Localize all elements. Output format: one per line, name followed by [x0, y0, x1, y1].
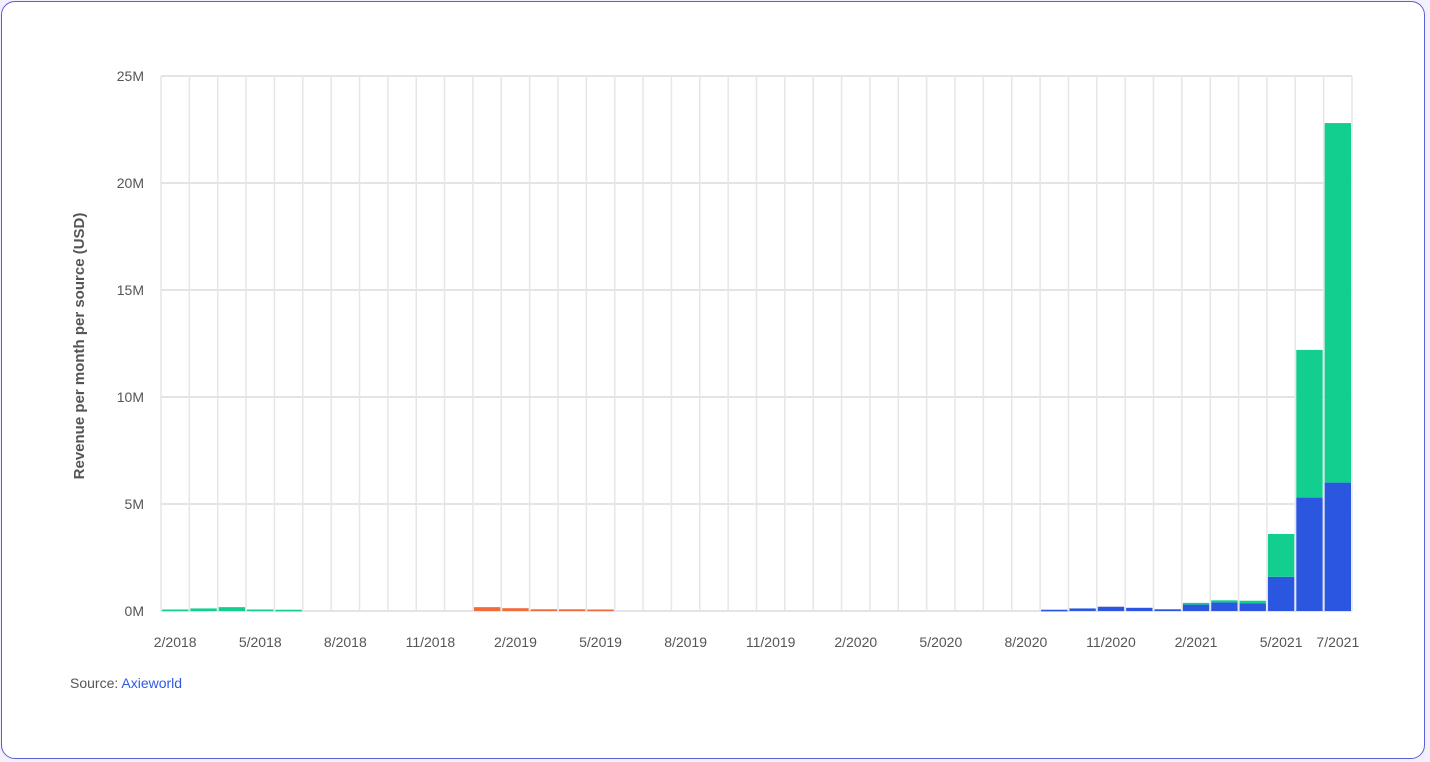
x-tick-label: 5/2019	[579, 634, 622, 650]
bar-segment	[1296, 497, 1323, 611]
bar-segment	[1324, 482, 1351, 611]
y-axis-label: Revenue per month per source (USD)	[71, 213, 88, 480]
x-tick-label: 2/2019	[494, 634, 537, 650]
x-tick-label: 8/2020	[1004, 634, 1047, 650]
bar-segment	[1267, 533, 1295, 577]
bar-segment	[587, 609, 614, 612]
bar-segment	[473, 607, 501, 611]
bar-segment	[1154, 609, 1181, 611]
bar-segment	[1182, 602, 1210, 605]
x-tick-label: 2/2021	[1175, 634, 1218, 650]
bar-segment	[1296, 349, 1323, 498]
source-prefix: Source:	[70, 675, 122, 691]
x-tick-label: 11/2020	[1086, 634, 1136, 650]
bar-segment	[1069, 608, 1096, 611]
bar-segment	[1324, 123, 1351, 483]
source-link[interactable]: Axieworld	[121, 675, 182, 691]
stacked-bar-chart: 0M 5M 10M 15M 20M 25M 2/2018 5/2018 8/2018 11/201…	[71, 68, 1359, 650]
y-tick-label: 25M	[117, 68, 144, 84]
bar-segment	[1211, 600, 1238, 603]
y-tick-label: 20M	[117, 175, 144, 191]
bar-segment	[1239, 603, 1266, 611]
bar-segment	[1211, 602, 1238, 611]
x-tick-label: 8/2019	[664, 634, 707, 650]
x-tick-label: 11/2018	[406, 634, 456, 650]
x-tick-label: 7/2021	[1316, 634, 1359, 650]
x-tick-label: 5/2020	[919, 634, 962, 650]
bar-segment	[530, 609, 557, 611]
bar-segment	[1267, 576, 1295, 611]
x-tick-label: 8/2018	[324, 634, 367, 650]
x-tick-label: 2/2018	[154, 634, 197, 650]
y-tick-label: 0M	[125, 603, 144, 619]
bar-segment	[275, 609, 302, 612]
x-tick-label: 5/2021	[1260, 634, 1303, 650]
bar-segment	[1097, 606, 1125, 611]
y-tick-label: 10M	[117, 389, 144, 405]
bar-segment	[1041, 609, 1068, 612]
bar-segment	[1239, 600, 1266, 604]
source-line: Source: Axieworld	[70, 675, 182, 691]
y-tick-label: 5M	[125, 496, 144, 512]
bar-segment	[1126, 607, 1153, 611]
y-tick-label: 15M	[117, 282, 144, 298]
x-tick-label: 5/2018	[239, 634, 282, 650]
bar-segment	[559, 609, 586, 611]
bar-segment	[190, 608, 217, 611]
x-tick-label: 2/2020	[834, 634, 877, 650]
bar-segment	[1182, 604, 1210, 611]
bar-segment	[162, 609, 189, 612]
bar-segment	[218, 607, 246, 611]
bar-segment	[247, 609, 274, 612]
x-tick-label: 11/2019	[746, 634, 796, 650]
bar-segment	[502, 608, 529, 611]
